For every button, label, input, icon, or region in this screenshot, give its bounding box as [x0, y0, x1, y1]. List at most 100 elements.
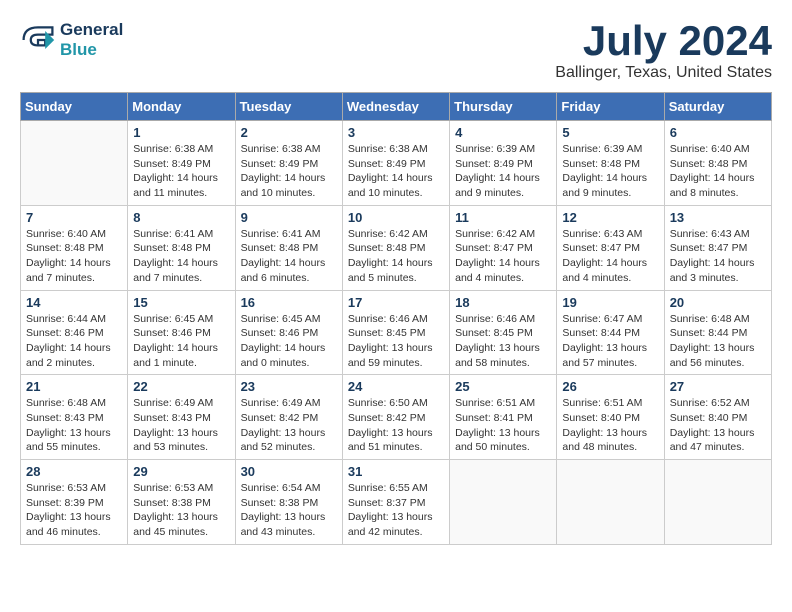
day-info: Sunrise: 6:50 AM Sunset: 8:42 PM Dayligh… [348, 396, 444, 455]
day-number: 15 [133, 295, 229, 310]
day-number: 16 [241, 295, 337, 310]
day-number: 11 [455, 210, 551, 225]
calendar-cell [557, 460, 664, 545]
day-info: Sunrise: 6:45 AM Sunset: 8:46 PM Dayligh… [241, 312, 337, 371]
day-number: 6 [670, 125, 766, 140]
calendar-cell: 25 Sunrise: 6:51 AM Sunset: 8:41 PM Dayli… [450, 375, 557, 460]
day-info: Sunrise: 6:48 AM Sunset: 8:44 PM Dayligh… [670, 312, 766, 371]
day-number: 9 [241, 210, 337, 225]
day-number: 25 [455, 379, 551, 394]
calendar-cell: 23Sunrise: 6:49 AM Sunset: 8:42 PM Dayli… [235, 375, 342, 460]
day-info: Sunrise: 6:46 AM Sunset: 8:45 PM Dayligh… [455, 312, 551, 371]
logo-text: General Blue [60, 20, 123, 60]
day-info: Sunrise: 6:52 AM Sunset: 8:40 PM Dayligh… [670, 396, 766, 455]
day-number: 31 [348, 464, 444, 479]
calendar-cell: 1 Sunrise: 6:38 AM Sunset: 8:49 PM Daylig… [128, 121, 235, 206]
calendar-cell: 11 Sunrise: 6:42 AM Sunset: 8:47 PM Dayli… [450, 205, 557, 290]
calendar-cell [21, 121, 128, 206]
calendar-cell: 30 Sunrise: 6:54 AM Sunset: 8:38 PM Dayli… [235, 460, 342, 545]
day-number: 4 [455, 125, 551, 140]
day-number: 10 [348, 210, 444, 225]
calendar-cell: 28 Sunrise: 6:53 AM Sunset: 8:39 PM Dayli… [21, 460, 128, 545]
day-number: 13 [670, 210, 766, 225]
day-number: 20 [670, 295, 766, 310]
calendar-cell: 7 Sunrise: 6:40 AM Sunset: 8:48 PM Daylig… [21, 205, 128, 290]
day-number: 21 [26, 379, 122, 394]
calendar-cell: 12 Sunrise: 6:43 AM Sunset: 8:47 PM Dayli… [557, 205, 664, 290]
day-info: Sunrise: 6:39 AM Sunset: 8:49 PM Dayligh… [455, 142, 551, 201]
day-info: Sunrise: 6:47 AM Sunset: 8:44 PM Dayligh… [562, 312, 658, 371]
day-number: 19 [562, 295, 658, 310]
title-area: July 2024 Ballinger, Texas, United State… [555, 20, 772, 82]
day-info: Sunrise: 6:39 AM Sunset: 8:48 PM Dayligh… [562, 142, 658, 201]
page-header: General Blue July 2024 Ballinger, Texas,… [20, 20, 772, 82]
weekday-header-tuesday: Tuesday [235, 93, 342, 121]
calendar-cell: 29Sunrise: 6:53 AM Sunset: 8:38 PM Dayli… [128, 460, 235, 545]
day-info: Sunrise: 6:51 AM Sunset: 8:40 PM Dayligh… [562, 396, 658, 455]
day-number: 30 [241, 464, 337, 479]
day-info: Sunrise: 6:54 AM Sunset: 8:38 PM Dayligh… [241, 481, 337, 540]
day-number: 28 [26, 464, 122, 479]
calendar-cell: 16 Sunrise: 6:45 AM Sunset: 8:46 PM Dayli… [235, 290, 342, 375]
logo-icon [20, 22, 56, 58]
day-number: 14 [26, 295, 122, 310]
calendar-week-row: 1 Sunrise: 6:38 AM Sunset: 8:49 PM Daylig… [21, 121, 772, 206]
weekday-header-wednesday: Wednesday [342, 93, 449, 121]
day-number: 12 [562, 210, 658, 225]
weekday-header-sunday: Sunday [21, 93, 128, 121]
calendar-cell: 5 Sunrise: 6:39 AM Sunset: 8:48 PM Daylig… [557, 121, 664, 206]
calendar-week-row: 14 Sunrise: 6:44 AM Sunset: 8:46 PM Dayli… [21, 290, 772, 375]
day-number: 26 [562, 379, 658, 394]
calendar-cell: 20 Sunrise: 6:48 AM Sunset: 8:44 PM Dayli… [664, 290, 771, 375]
calendar-cell: 10 Sunrise: 6:42 AM Sunset: 8:48 PM Dayli… [342, 205, 449, 290]
calendar-cell [664, 460, 771, 545]
calendar-cell: 3Sunrise: 6:38 AM Sunset: 8:49 PM Daylig… [342, 121, 449, 206]
calendar-cell: 14 Sunrise: 6:44 AM Sunset: 8:46 PM Dayli… [21, 290, 128, 375]
day-info: Sunrise: 6:51 AM Sunset: 8:41 PM Dayligh… [455, 396, 551, 455]
day-number: 5 [562, 125, 658, 140]
day-info: Sunrise: 6:43 AM Sunset: 8:47 PM Dayligh… [562, 227, 658, 286]
location-title: Ballinger, Texas, United States [555, 64, 772, 82]
calendar-cell: 26 Sunrise: 6:51 AM Sunset: 8:40 PM Dayli… [557, 375, 664, 460]
month-title: July 2024 [555, 20, 772, 62]
day-number: 29 [133, 464, 229, 479]
calendar-cell: 27 Sunrise: 6:52 AM Sunset: 8:40 PM Dayli… [664, 375, 771, 460]
day-info: Sunrise: 6:41 AM Sunset: 8:48 PM Dayligh… [241, 227, 337, 286]
day-number: 23 [241, 379, 337, 394]
day-info: Sunrise: 6:44 AM Sunset: 8:46 PM Dayligh… [26, 312, 122, 371]
day-info: Sunrise: 6:53 AM Sunset: 8:39 PM Dayligh… [26, 481, 122, 540]
calendar-cell: 24 Sunrise: 6:50 AM Sunset: 8:42 PM Dayli… [342, 375, 449, 460]
weekday-header-thursday: Thursday [450, 93, 557, 121]
calendar-cell: 22 Sunrise: 6:49 AM Sunset: 8:43 PM Dayli… [128, 375, 235, 460]
calendar-table: SundayMondayTuesdayWednesdayThursdayFrid… [20, 92, 772, 545]
day-number: 24 [348, 379, 444, 394]
calendar-cell: 6Sunrise: 6:40 AM Sunset: 8:48 PM Daylig… [664, 121, 771, 206]
day-number: 17 [348, 295, 444, 310]
calendar-cell: 8Sunrise: 6:41 AM Sunset: 8:48 PM Daylig… [128, 205, 235, 290]
weekday-header-friday: Friday [557, 93, 664, 121]
day-number: 27 [670, 379, 766, 394]
day-info: Sunrise: 6:42 AM Sunset: 8:48 PM Dayligh… [348, 227, 444, 286]
day-info: Sunrise: 6:45 AM Sunset: 8:46 PM Dayligh… [133, 312, 229, 371]
calendar-cell: 2Sunrise: 6:38 AM Sunset: 8:49 PM Daylig… [235, 121, 342, 206]
day-info: Sunrise: 6:38 AM Sunset: 8:49 PM Dayligh… [348, 142, 444, 201]
calendar-cell: 19 Sunrise: 6:47 AM Sunset: 8:44 PM Dayli… [557, 290, 664, 375]
day-number: 7 [26, 210, 122, 225]
day-info: Sunrise: 6:42 AM Sunset: 8:47 PM Dayligh… [455, 227, 551, 286]
calendar-week-row: 21Sunrise: 6:48 AM Sunset: 8:43 PM Dayli… [21, 375, 772, 460]
day-info: Sunrise: 6:38 AM Sunset: 8:49 PM Dayligh… [241, 142, 337, 201]
logo: General Blue [20, 20, 123, 60]
calendar-cell: 13 Sunrise: 6:43 AM Sunset: 8:47 PM Dayli… [664, 205, 771, 290]
day-info: Sunrise: 6:49 AM Sunset: 8:43 PM Dayligh… [133, 396, 229, 455]
calendar-cell: 4 Sunrise: 6:39 AM Sunset: 8:49 PM Daylig… [450, 121, 557, 206]
weekday-header-saturday: Saturday [664, 93, 771, 121]
day-number: 22 [133, 379, 229, 394]
day-number: 1 [133, 125, 229, 140]
day-info: Sunrise: 6:40 AM Sunset: 8:48 PM Dayligh… [26, 227, 122, 286]
calendar-cell [450, 460, 557, 545]
day-info: Sunrise: 6:43 AM Sunset: 8:47 PM Dayligh… [670, 227, 766, 286]
day-info: Sunrise: 6:46 AM Sunset: 8:45 PM Dayligh… [348, 312, 444, 371]
calendar-week-row: 28 Sunrise: 6:53 AM Sunset: 8:39 PM Dayli… [21, 460, 772, 545]
day-number: 8 [133, 210, 229, 225]
day-info: Sunrise: 6:38 AM Sunset: 8:49 PM Dayligh… [133, 142, 229, 201]
